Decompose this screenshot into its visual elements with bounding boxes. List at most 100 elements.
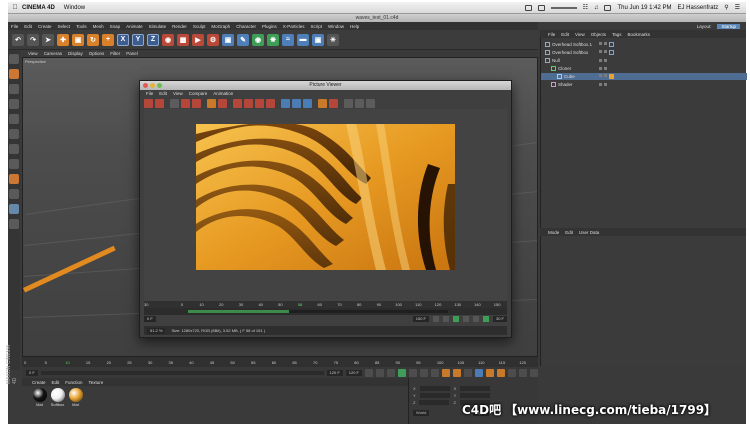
scale-icon[interactable]: ▣ xyxy=(72,33,84,46)
ab-compare-icon[interactable] xyxy=(207,98,216,108)
position-field[interactable] xyxy=(419,386,450,391)
pv-progress-bar[interactable] xyxy=(188,310,448,313)
viewport-menu-item[interactable]: Display xyxy=(68,51,83,56)
speaker-icon[interactable]: ♫ xyxy=(594,5,599,11)
menu-app-name[interactable]: CINEMA 4D xyxy=(22,5,55,11)
polygons-mode-icon[interactable] xyxy=(9,144,19,154)
grid-icon[interactable] xyxy=(344,98,353,108)
viewport-menu-item[interactable]: Panel xyxy=(126,51,138,56)
attr-menu-item[interactable]: Edit xyxy=(565,230,573,235)
wifi-icon[interactable]: ☷ xyxy=(583,4,588,11)
open-icon[interactable] xyxy=(144,98,153,108)
attr-menu-item[interactable]: User Data xyxy=(579,230,599,235)
pv-zoom-field[interactable]: 51.2 % xyxy=(147,327,166,334)
material-tag-icon[interactable] xyxy=(609,74,614,79)
pv-menu-item[interactable]: Compare xyxy=(189,91,208,96)
last-frame-icon[interactable] xyxy=(472,316,479,322)
rotate-icon[interactable]: ↻ xyxy=(87,33,99,46)
pv-menu-item[interactable]: File xyxy=(146,91,153,96)
viewport-menu-item[interactable]: View xyxy=(28,51,38,56)
x-axis-button[interactable]: X xyxy=(117,33,129,46)
object-row[interactable]: Cloner xyxy=(541,65,747,72)
render-view-icon[interactable]: ▶ xyxy=(192,33,204,46)
search-icon[interactable]: ⚲ xyxy=(724,4,728,11)
app-menu-item[interactable]: X-Particles xyxy=(283,24,305,29)
overlay-icon[interactable] xyxy=(366,98,375,108)
obj-menu-item[interactable]: Bookmarks xyxy=(628,32,651,37)
app-menu-item[interactable]: Animate xyxy=(126,24,143,29)
end-frame-field[interactable]: 120 F xyxy=(326,369,343,376)
viewport-menu-item[interactable]: Filter xyxy=(110,51,120,56)
material-swatch[interactable]: Softbox xyxy=(50,388,65,407)
position-field[interactable] xyxy=(419,393,450,398)
redo-icon[interactable]: ↷ xyxy=(27,33,39,46)
app-menu-item[interactable]: Script xyxy=(310,24,322,29)
filter-icon[interactable] xyxy=(318,98,327,108)
object-row-selected[interactable]: Cube xyxy=(541,73,747,80)
app-menu-item[interactable]: Sculpt xyxy=(193,24,206,29)
z-axis-button[interactable]: Z xyxy=(147,33,159,46)
object-row[interactable]: Overhead Softbox.1 xyxy=(541,41,747,48)
rotation-key-icon[interactable] xyxy=(497,368,505,377)
cube-icon[interactable]: ▣ xyxy=(222,33,234,46)
zoom-view-icon[interactable] xyxy=(292,98,301,108)
deformer-icon[interactable]: ≈ xyxy=(282,33,294,46)
app-menu-item[interactable]: File xyxy=(11,24,18,29)
menubar-clock[interactable]: Thu Jun 19 1:42 PM xyxy=(617,5,671,11)
attr-menu-item[interactable]: Mode xyxy=(548,230,559,235)
app-menu-item[interactable]: Mesh xyxy=(93,24,104,29)
volume-slider[interactable] xyxy=(550,6,577,9)
menubar-user[interactable]: EJ Hassenfratz xyxy=(678,5,719,11)
subdivision-icon[interactable]: ◉ xyxy=(252,33,264,46)
pv-menu-item[interactable]: Animation xyxy=(213,91,233,96)
obj-menu-item[interactable]: Tags xyxy=(612,32,622,37)
size-field[interactable] xyxy=(460,386,491,391)
object-row[interactable]: Shader xyxy=(541,81,747,88)
scale-key-icon[interactable] xyxy=(486,368,494,377)
object-row[interactable]: Null xyxy=(541,57,747,64)
app-menu-item[interactable]: Tools xyxy=(76,24,87,29)
battery-icon[interactable] xyxy=(604,4,612,11)
app-menu-item[interactable]: Create xyxy=(38,24,52,29)
render-icon[interactable] xyxy=(181,98,190,108)
texture-mode-icon[interactable] xyxy=(9,84,19,94)
play-forward-icon[interactable] xyxy=(398,368,406,377)
prev-frame-icon[interactable] xyxy=(442,316,449,322)
param-key-icon[interactable] xyxy=(508,368,516,377)
goto-end-icon[interactable] xyxy=(431,368,439,377)
start-frame-field[interactable]: 0 F xyxy=(26,369,38,376)
workplane-icon[interactable] xyxy=(9,99,19,109)
mat-menu-item[interactable]: Function xyxy=(65,380,82,385)
app-menu-item[interactable]: Snap xyxy=(110,24,121,29)
app-menu-item[interactable]: Edit xyxy=(24,24,32,29)
position-key-icon[interactable] xyxy=(475,368,483,377)
play-icon[interactable] xyxy=(452,316,459,322)
next-frame-icon[interactable] xyxy=(409,368,417,377)
pv-menu-item[interactable]: View xyxy=(173,91,183,96)
app-menu-item[interactable]: Render xyxy=(172,24,187,29)
lock-icon[interactable] xyxy=(9,219,19,229)
tweak-mode-icon[interactable] xyxy=(9,174,19,184)
prev-key-icon[interactable] xyxy=(376,368,384,377)
swap-icon[interactable] xyxy=(218,98,227,108)
loop-icon[interactable] xyxy=(482,316,489,322)
minimize-icon[interactable] xyxy=(150,83,155,88)
obj-menu-item[interactable]: File xyxy=(548,32,555,37)
range-slider[interactable] xyxy=(40,370,324,375)
stereo-icon[interactable] xyxy=(329,98,338,108)
record-icon[interactable] xyxy=(442,368,450,377)
tag-icon[interactable] xyxy=(609,42,614,47)
mat-menu-item[interactable]: Texture xyxy=(89,380,104,385)
close-icon[interactable] xyxy=(143,83,148,88)
edges-mode-icon[interactable] xyxy=(9,129,19,139)
box-icon[interactable] xyxy=(537,4,545,11)
stop-render-icon[interactable] xyxy=(192,98,201,108)
undo-icon[interactable]: ↶ xyxy=(12,33,24,46)
pv-frame-field[interactable]: 0 F xyxy=(144,316,156,322)
out-frame-field[interactable]: 120 F xyxy=(345,369,362,376)
axis-mode-icon[interactable] xyxy=(9,159,19,169)
pv-menu-item[interactable]: Edit xyxy=(159,91,167,96)
timeline-menu-icon[interactable] xyxy=(530,368,538,377)
make-editable-icon[interactable] xyxy=(9,54,19,64)
coord-system-icon[interactable]: ◉ xyxy=(162,33,174,46)
